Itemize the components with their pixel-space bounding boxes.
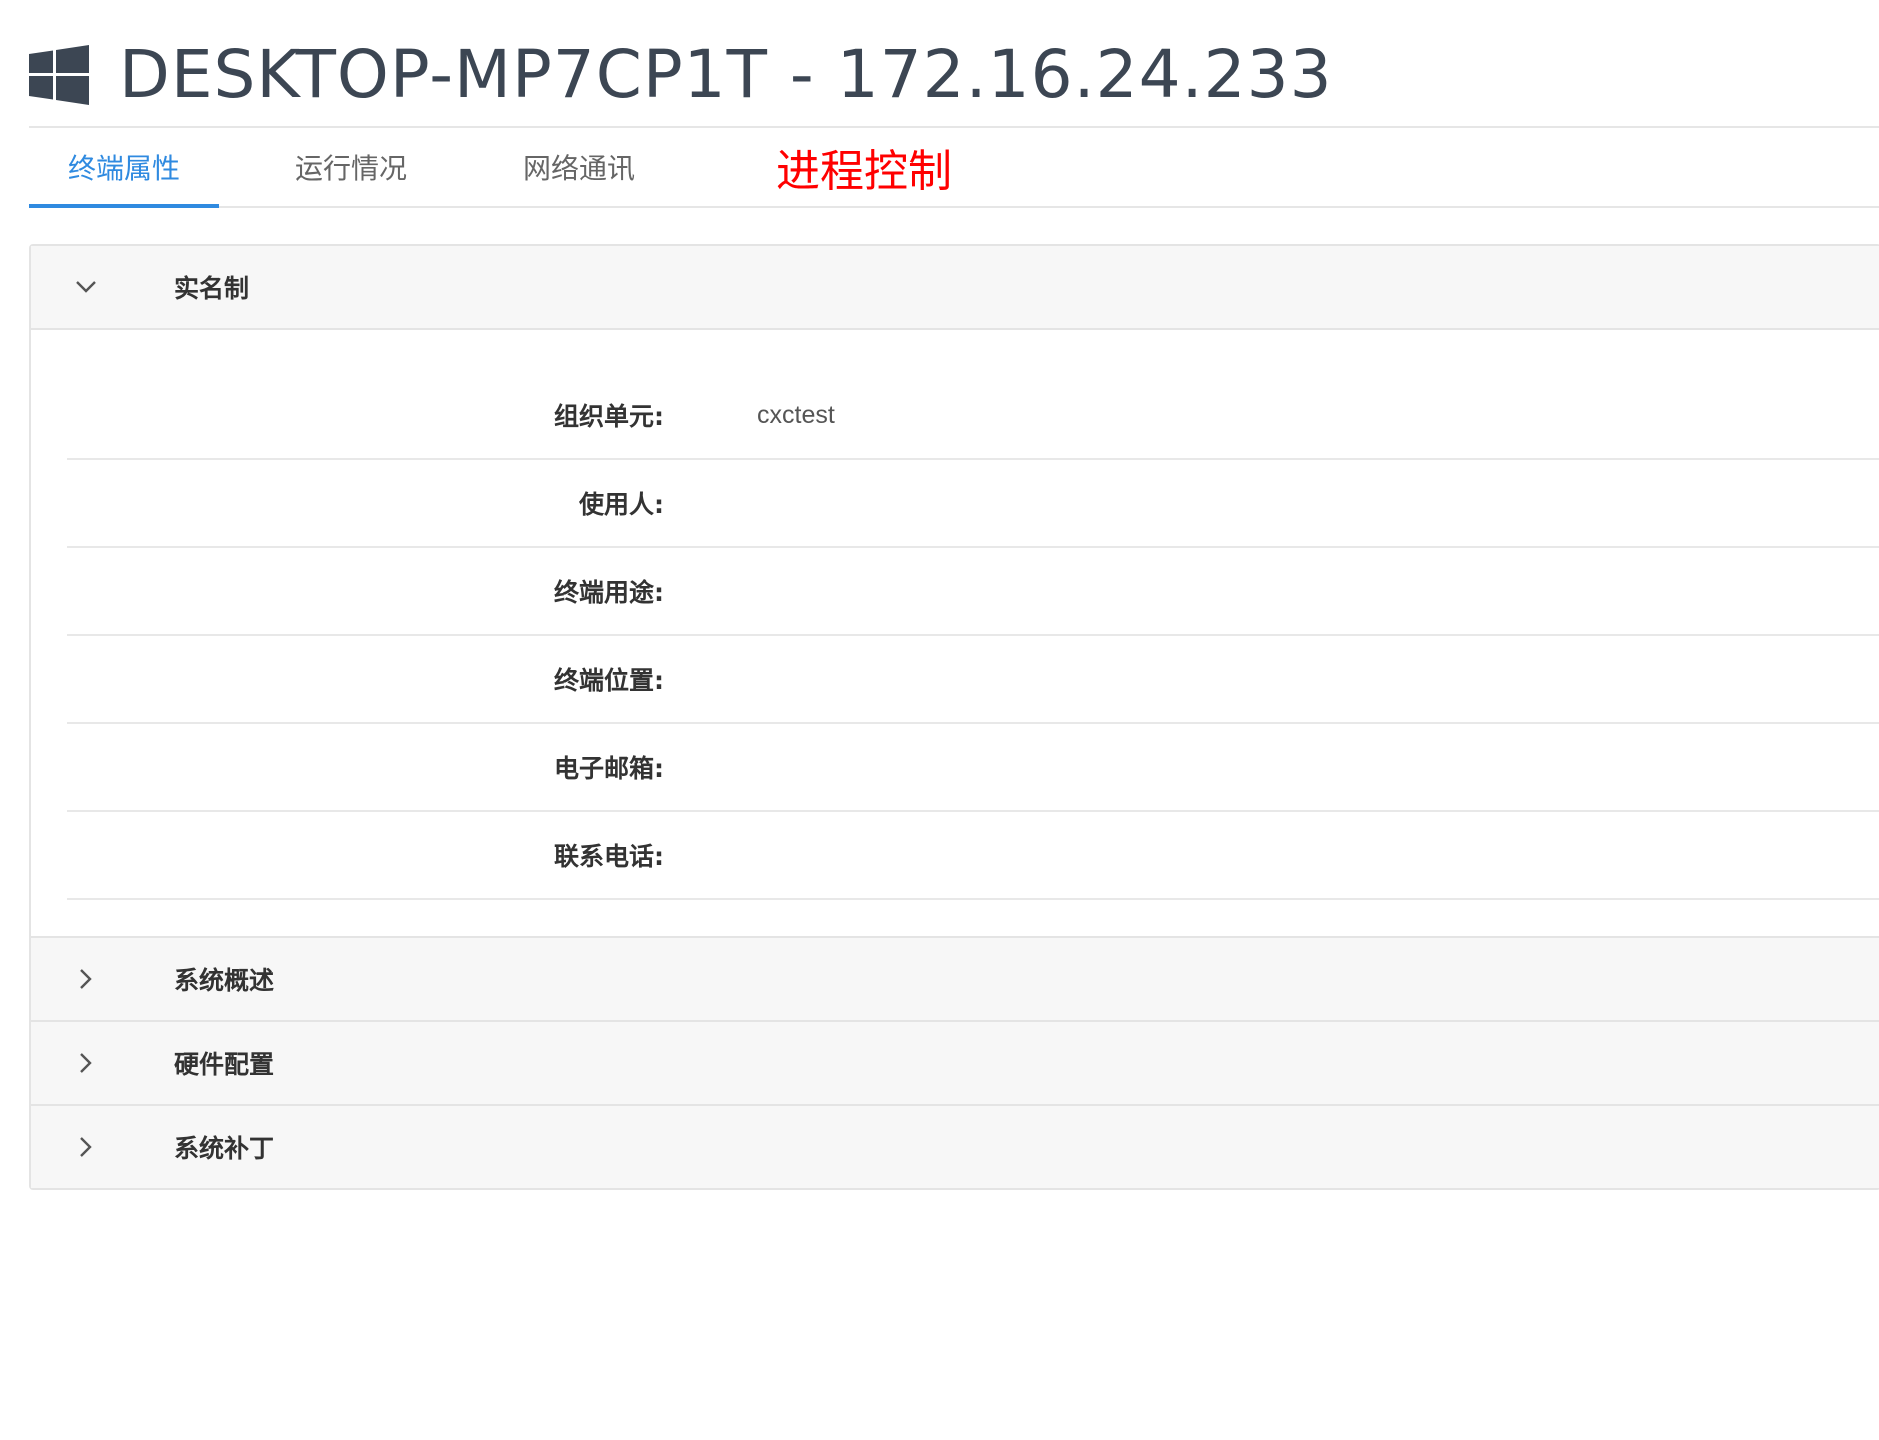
page-header: DESKTOP-MP7CP1T - 172.16.24.233 [29, 20, 1333, 130]
tab-bar: 终端属性 运行情况 网络通讯 进程控制 [29, 128, 1879, 208]
field-row-user: 使用人: [67, 460, 1879, 548]
section-body-realname: 组织单元: cxctest 使用人: 终端用途: 终端位置: 电子邮箱: 联系电… [31, 330, 1879, 938]
field-row-location: 终端位置: [67, 636, 1879, 724]
section-header-patches[interactable]: 系统补丁 [31, 1106, 1879, 1188]
tab-label: 终端属性 [67, 152, 180, 185]
field-label: 终端位置: [554, 666, 664, 695]
field-label: 使用人: [579, 490, 664, 519]
page: DESKTOP-MP7CP1T - 172.16.24.233 终端属性 运行情… [0, 0, 1879, 1440]
tab-label: 运行情况 [294, 152, 407, 185]
accordion: 实名制 组织单元: cxctest 使用人: 终端用途: 终端位置: 电子邮箱: [29, 244, 1879, 1190]
windows-icon [29, 45, 89, 105]
section-title: 实名制 [174, 274, 250, 303]
section-header-hardware[interactable]: 硬件配置 [31, 1022, 1879, 1106]
chevron-right-icon [71, 1132, 101, 1162]
tab-running-status[interactable]: 运行情况 [286, 128, 416, 206]
tab-label: 网络通讯 [522, 152, 635, 185]
field-row-purpose: 终端用途: [67, 548, 1879, 636]
field-label: 终端用途: [554, 578, 664, 607]
section-header-realname[interactable]: 实名制 [31, 246, 1879, 330]
chevron-down-icon [71, 272, 101, 302]
section-title: 系统概述 [174, 966, 275, 995]
field-row-email: 电子邮箱: [67, 724, 1879, 812]
tab-process-control[interactable]: 进程控制 [764, 128, 964, 206]
chevron-right-icon [71, 964, 101, 994]
tab-terminal-properties[interactable]: 终端属性 [29, 128, 219, 208]
section-header-overview[interactable]: 系统概述 [31, 938, 1879, 1022]
field-value: cxctest [757, 400, 835, 429]
tab-network-communication[interactable]: 网络通讯 [514, 128, 644, 206]
field-label: 联系电话: [554, 842, 664, 871]
field-row-phone: 联系电话: [67, 812, 1879, 900]
field-label: 组织单元: [554, 402, 664, 431]
field-row-org-unit: 组织单元: cxctest [67, 372, 1879, 460]
section-title: 硬件配置 [174, 1050, 275, 1079]
section-title: 系统补丁 [174, 1134, 275, 1163]
page-title: DESKTOP-MP7CP1T - 172.16.24.233 [119, 36, 1333, 113]
field-label: 电子邮箱: [554, 754, 664, 783]
chevron-right-icon [71, 1048, 101, 1078]
tab-label: 进程控制 [776, 146, 952, 197]
